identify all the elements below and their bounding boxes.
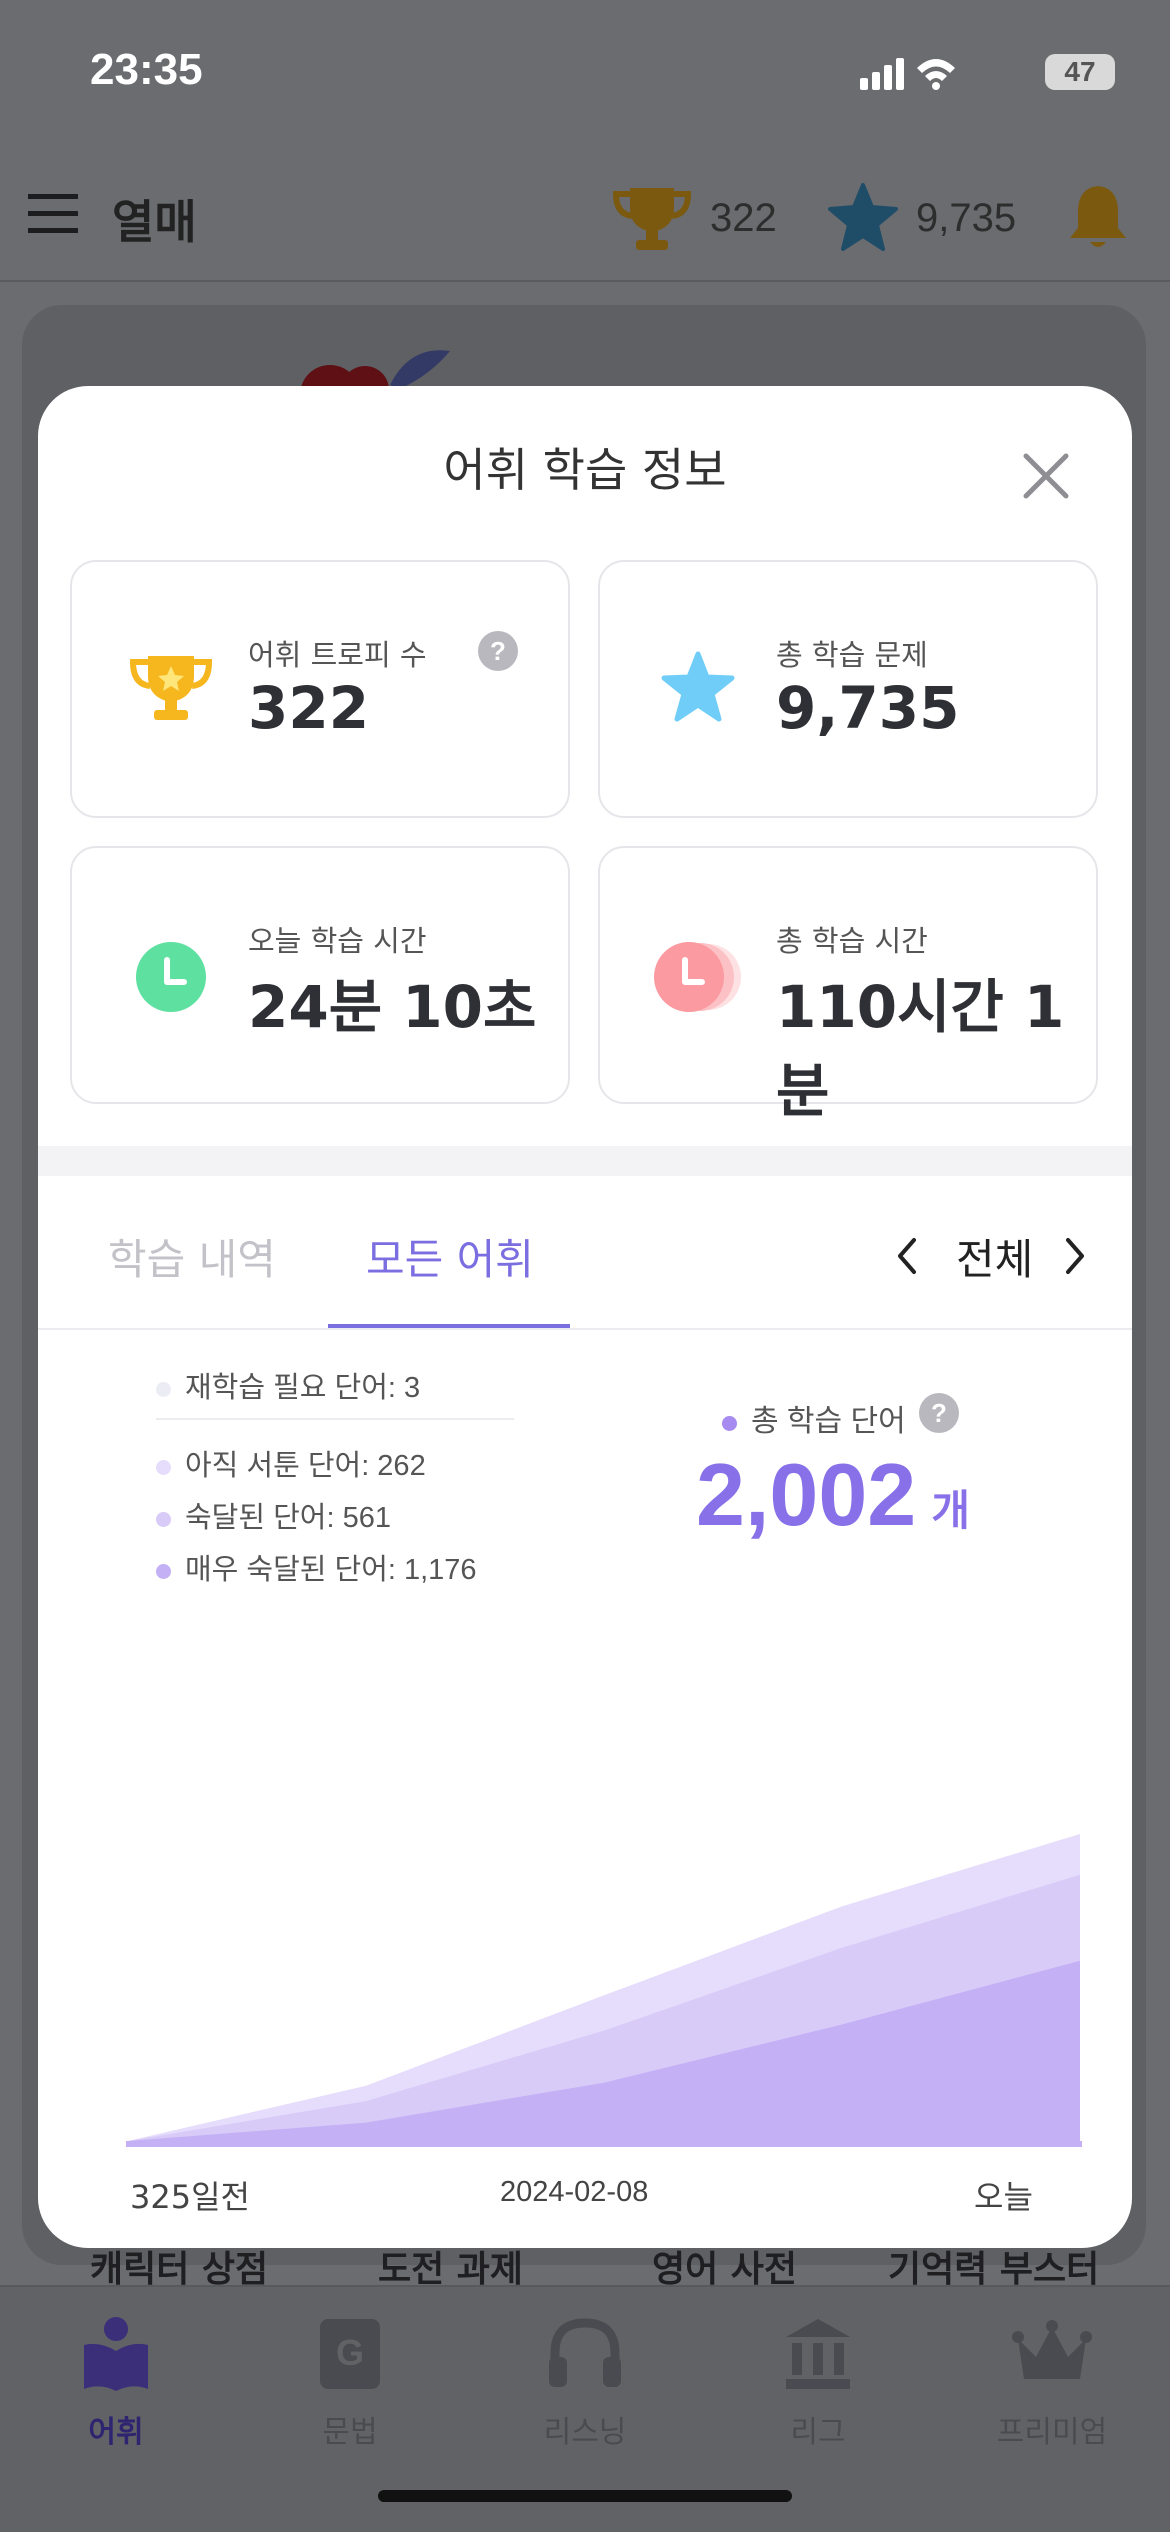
header-divider: [0, 280, 1170, 282]
status-bar: 23:35 47: [0, 0, 1170, 150]
legend-relearn: 재학습 필요 단어: 3: [156, 1364, 420, 1406]
trophy-icon: [612, 188, 692, 250]
legend-mastered: 숙달된 단어: 561: [156, 1494, 391, 1536]
total-words-value: 2,002: [696, 1445, 917, 1544]
stat-label-total-time: 총 학습 시간: [776, 924, 928, 958]
clock-icon: [136, 942, 206, 1012]
total-words-unit: 개: [931, 1486, 970, 1535]
legend-unfamiliar: 아직 서툰 단어: 262: [156, 1442, 426, 1484]
legend-text-relearn: 재학습 필요 단어: 3: [185, 1372, 421, 1404]
crown-icon: [1012, 2320, 1092, 2379]
chevron-left-icon[interactable]: [894, 1236, 920, 1276]
header-title: 열매: [112, 195, 197, 249]
stat-label-today-time: 오늘 학습 시간: [248, 924, 427, 958]
nav-label-grammar: 문법: [322, 2415, 378, 2450]
x-axis-baseline: [126, 2141, 1082, 2147]
stat-label-questions: 총 학습 문제: [776, 638, 928, 672]
section-divider: [38, 1146, 1132, 1176]
headphones-icon: [549, 2318, 621, 2387]
help-icon[interactable]: ?: [477, 630, 519, 672]
total-words-value-row: 2,002 개: [696, 1444, 970, 1546]
book-icon: [84, 2317, 148, 2391]
nav-item-league[interactable]: 리그: [738, 2315, 898, 2465]
total-words-label: 총 학습 단어: [722, 1396, 906, 1440]
trophy-icon: [129, 656, 213, 720]
nav-item-listening[interactable]: 리스닝: [505, 2315, 665, 2465]
legend-dot-mastered: [156, 1511, 171, 1527]
x-tick-end: 오늘: [974, 2178, 1033, 2216]
nav-item-vocabulary[interactable]: 어휘: [36, 2315, 196, 2465]
grammar-book-icon: G: [320, 2319, 380, 2389]
status-time: 23:35: [90, 45, 203, 94]
close-icon[interactable]: [1018, 448, 1074, 504]
chevron-right-icon[interactable]: [1062, 1236, 1088, 1276]
signal-wifi-icons: [860, 58, 955, 90]
vocab-stats-modal: 어휘 학습 정보 어휘 트로피 수 ? 322 총 학습 문제 9,735 오늘…: [38, 386, 1132, 2248]
stat-card-today-time: 오늘 학습 시간 24분 10초: [70, 846, 570, 1104]
legend-text-unfamiliar: 아직 서툰 단어: 262: [185, 1450, 426, 1482]
total-words-label-text: 총 학습 단어: [751, 1405, 906, 1438]
range-label: 전체: [956, 1235, 1034, 1284]
legend-divider: [156, 1418, 514, 1420]
stat-value-trophies: 322: [248, 674, 370, 742]
tab-divider: [38, 1328, 1132, 1330]
stat-label-trophies: 어휘 트로피 수: [248, 638, 427, 672]
modal-title: 어휘 학습 정보: [443, 443, 727, 497]
stat-card-trophies: 어휘 트로피 수 ? 322: [70, 560, 570, 818]
svg-text:G: G: [336, 2332, 364, 2373]
stat-card-total-time: 총 학습 시간 110시간 1분: [598, 846, 1098, 1125]
league-building-icon: [786, 2319, 850, 2389]
svg-text:?: ?: [490, 636, 506, 666]
nav-label-listening: 리스닝: [543, 2415, 627, 2450]
bell-icon[interactable]: [1066, 182, 1130, 252]
nav-label-vocabulary: 어휘: [88, 2415, 144, 2450]
nav-item-premium[interactable]: 프리미엄: [972, 2315, 1132, 2465]
legend-text-very-mastered: 매우 숙달된 단어: 1,176: [185, 1554, 477, 1586]
tab-study-history[interactable]: 학습 내역: [108, 1226, 276, 1287]
stat-card-questions: 총 학습 문제 9,735: [598, 560, 1098, 818]
clock-stack-icon: [654, 942, 741, 1012]
legend-dot-very-mastered: [156, 1563, 171, 1579]
header-star-count: 9,735: [916, 196, 1017, 240]
legend-dot-unfamiliar: [156, 1459, 171, 1475]
legend-text-mastered: 숙달된 단어: 561: [185, 1502, 391, 1534]
star-icon: [661, 651, 735, 722]
home-indicator: [378, 2490, 792, 2502]
stat-value-today-time: 24분 10초: [248, 973, 537, 1041]
stat-value-total-time: 110시간 1분: [776, 973, 1065, 1125]
vocab-growth-chart: [126, 1834, 1082, 2147]
stat-value-questions: 9,735: [776, 674, 960, 742]
help-icon[interactable]: ?: [918, 1392, 960, 1434]
legend-very-mastered: 매우 숙달된 단어: 1,176: [156, 1546, 477, 1588]
x-tick-start: 325일전: [130, 2178, 250, 2216]
tab-all-words[interactable]: 모든 어휘: [366, 1226, 534, 1287]
x-tick-middle: 2024-02-08: [500, 2176, 649, 2208]
star-icon: [828, 183, 898, 251]
bottom-nav-divider: [0, 2285, 1170, 2287]
legend-dot-relearn: [156, 1381, 171, 1397]
svg-text:?: ?: [931, 1398, 947, 1428]
menu-icon[interactable]: [28, 192, 78, 236]
header-trophy-count: 322: [710, 196, 777, 240]
battery-indicator: 47: [1045, 54, 1115, 90]
nav-item-grammar[interactable]: G 문법: [270, 2315, 430, 2465]
nav-label-premium: 프리미엄: [996, 2415, 1108, 2450]
total-words-dot: [722, 1415, 737, 1431]
nav-label-league: 리그: [790, 2415, 846, 2450]
